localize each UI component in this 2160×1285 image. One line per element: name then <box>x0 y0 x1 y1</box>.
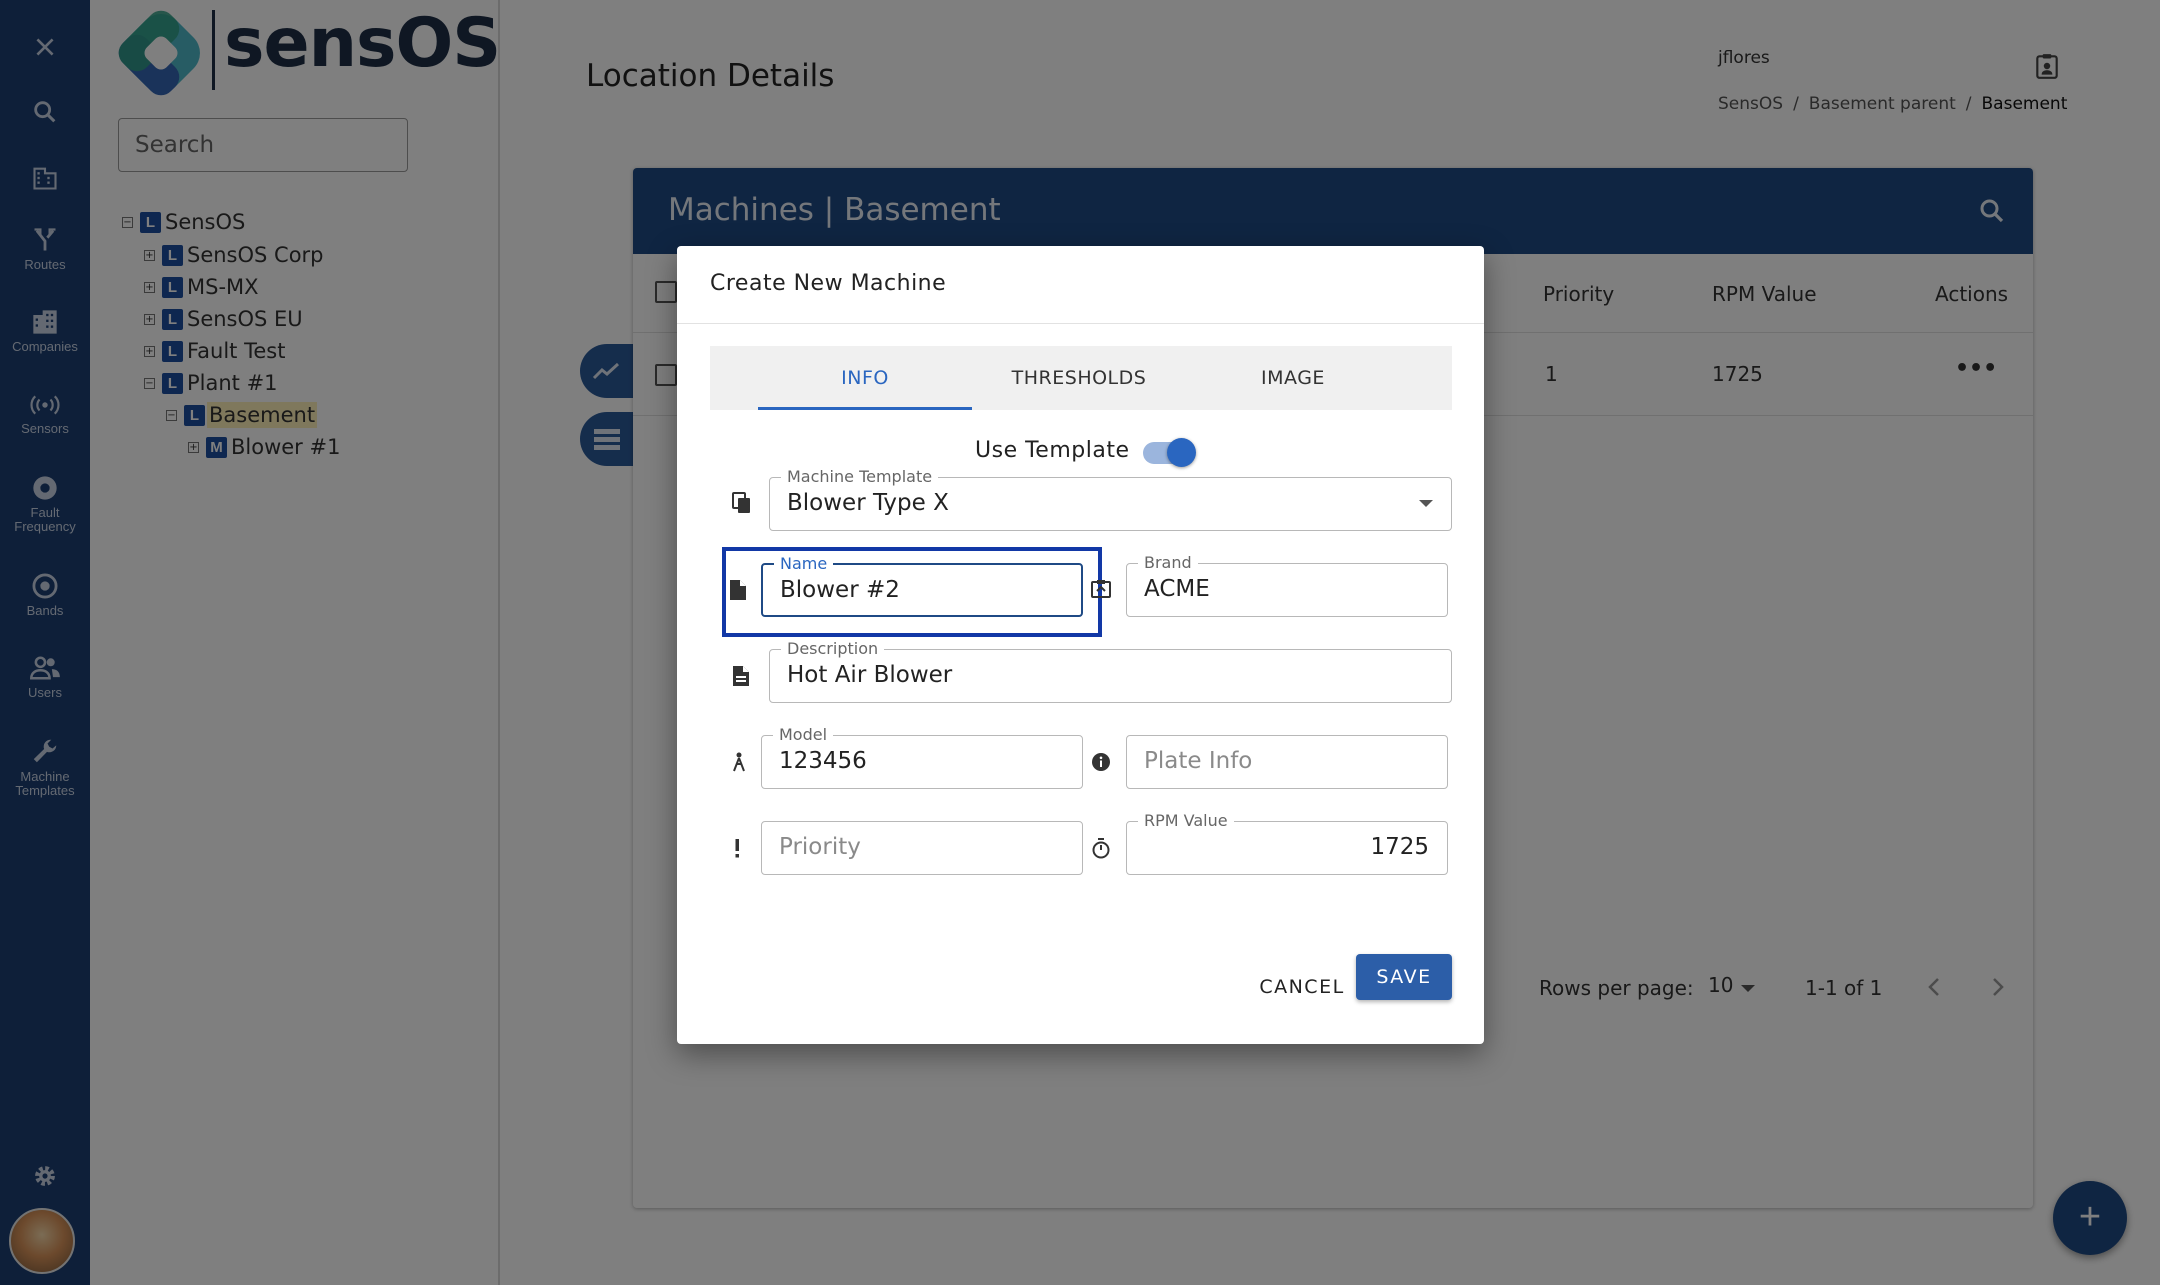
field-value: Blower #2 <box>780 577 900 603</box>
description-icon <box>733 666 749 686</box>
model-field[interactable]: Model 123456 <box>761 726 1083 789</box>
cancel-button[interactable]: CANCEL <box>1232 965 1372 1009</box>
tab-bar: INFO THRESHOLDS IMAGE <box>710 346 1452 410</box>
tab-thresholds[interactable]: THRESHOLDS <box>972 346 1186 410</box>
field-value: Blower Type X <box>787 490 949 516</box>
field-placeholder: Plate Info <box>1144 748 1253 774</box>
dialog-title: Create New Machine <box>710 271 947 296</box>
use-template-label: Use Template <box>975 438 1130 463</box>
file-icon <box>730 580 746 600</box>
field-label: Description <box>781 640 885 658</box>
field-label: Model <box>773 726 834 744</box>
field-label: Brand <box>1138 554 1198 572</box>
field-label: RPM Value <box>1138 812 1234 830</box>
plate-info-field[interactable]: Plate Info <box>1126 735 1448 789</box>
timer-icon <box>1092 838 1110 859</box>
copy-icon <box>732 492 750 513</box>
tab-image[interactable]: IMAGE <box>1186 346 1400 410</box>
exclamation-icon <box>735 839 739 858</box>
field-placeholder: Priority <box>779 834 861 860</box>
brand-field[interactable]: Brand ACME <box>1126 554 1448 617</box>
priority-field[interactable]: Priority <box>761 821 1083 875</box>
field-value: ACME <box>1144 576 1210 602</box>
divider <box>677 323 1484 324</box>
field-label: Name <box>774 555 834 573</box>
create-machine-dialog: Create New Machine INFO THRESHOLDS IMAGE… <box>677 246 1484 1044</box>
machine-template-select[interactable]: Machine Template Blower Type X <box>769 468 1452 531</box>
field-value: 1725 <box>1370 834 1429 860</box>
description-field[interactable]: Description Hot Air Blower <box>769 640 1452 703</box>
name-field[interactable]: Name Blower #2 <box>761 555 1083 617</box>
brand-icon <box>1091 580 1111 598</box>
save-button[interactable]: SAVE <box>1356 954 1452 1000</box>
field-value: 123456 <box>779 748 867 774</box>
field-value: Hot Air Blower <box>787 662 953 688</box>
dropdown-arrow-icon <box>1419 500 1433 507</box>
toggle-knob[interactable] <box>1167 438 1196 467</box>
tab-info[interactable]: INFO <box>758 346 972 410</box>
active-tab-indicator <box>758 407 972 410</box>
info-icon <box>1092 753 1110 771</box>
rpm-value-field[interactable]: RPM Value 1725 <box>1126 812 1448 875</box>
field-label: Machine Template <box>781 468 939 486</box>
model-icon <box>733 752 745 772</box>
